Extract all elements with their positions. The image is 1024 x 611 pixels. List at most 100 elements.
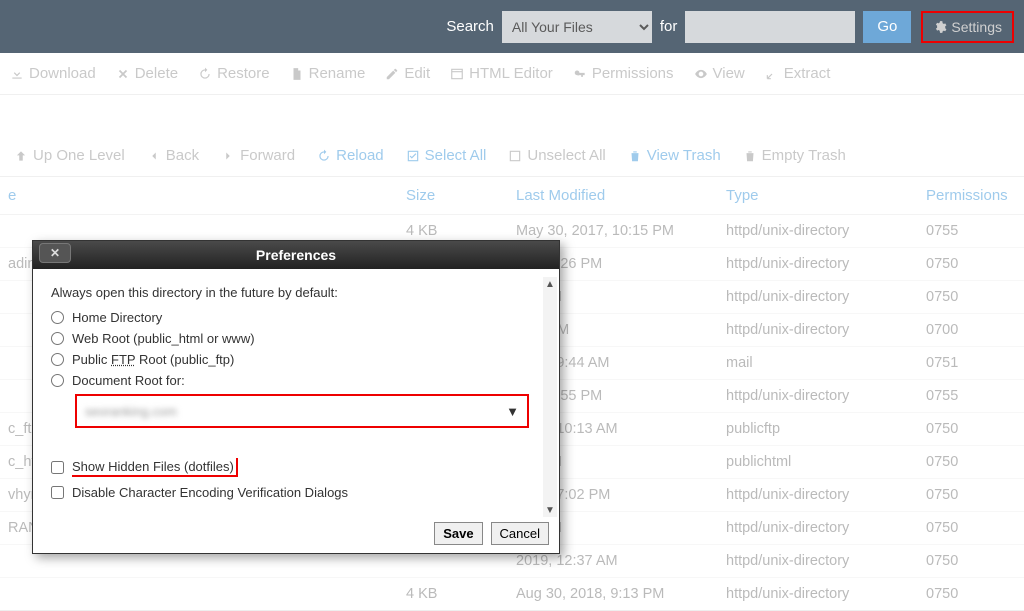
col-type[interactable]: Type [718, 177, 918, 215]
modal-scrollbar[interactable]: ▲ ▼ [543, 277, 557, 517]
domain-value: seoranking.com [85, 404, 177, 419]
cell-type: publichtml [718, 446, 918, 479]
view-button[interactable]: View [694, 65, 745, 82]
cell-type: httpd/unix-directory [718, 512, 918, 545]
select-all-button[interactable]: Select All [406, 147, 487, 164]
cancel-button[interactable]: Cancel [491, 522, 549, 545]
modal-header: ✕ Preferences [33, 241, 559, 269]
download-button[interactable]: Download [10, 65, 96, 82]
cell-perm: 0700 [918, 314, 1024, 347]
scroll-up-arrow-icon[interactable]: ▲ [543, 277, 557, 291]
table-row[interactable]: 4 KBAug 30, 2018, 9:13 PMhttpd/unix-dire… [0, 578, 1024, 611]
delete-button[interactable]: Delete [116, 65, 178, 82]
cell-perm: 0755 [918, 215, 1024, 248]
modal-body: Always open this directory in the future… [33, 269, 559, 516]
settings-button[interactable]: Settings [921, 11, 1014, 43]
eye-icon [694, 67, 708, 81]
col-name[interactable]: e [0, 177, 398, 215]
save-button[interactable]: Save [434, 522, 482, 545]
opt-home-directory[interactable]: Home Directory [51, 310, 541, 325]
radio-home[interactable] [51, 311, 64, 324]
chk-disable-encoding-dialogs[interactable]: Disable Character Encoding Verification … [51, 485, 541, 500]
view-trash-button[interactable]: View Trash [628, 147, 721, 164]
cell-type: httpd/unix-directory [718, 545, 918, 578]
unselect-all-button[interactable]: Unselect All [508, 147, 605, 164]
document-root-domain-select[interactable]: seoranking.com ▼ [75, 394, 529, 428]
scroll-down-arrow-icon[interactable]: ▼ [543, 503, 557, 517]
opt-public-ftp[interactable]: Public FTP Root (public_ftp) [51, 352, 541, 367]
radio-docroot[interactable] [51, 374, 64, 387]
cell-perm: 0750 [918, 281, 1024, 314]
check-square-icon [406, 149, 420, 163]
empty-square-icon [508, 149, 522, 163]
back-arrow-icon [147, 149, 161, 163]
opt-document-root[interactable]: Document Root for: [51, 373, 541, 388]
modal-footer: Save Cancel [33, 516, 559, 553]
up-one-level-button[interactable]: Up One Level [14, 147, 125, 164]
preferences-headline: Always open this directory in the future… [51, 285, 541, 300]
cell-type: httpd/unix-directory [718, 479, 918, 512]
cell-type: httpd/unix-directory [718, 215, 918, 248]
search-label: Search [446, 18, 494, 35]
cell-modified: Aug 30, 2018, 9:13 PM [508, 578, 718, 611]
nav-toolbar: Up One Level Back Forward Reload Select … [0, 135, 1024, 177]
edit-button[interactable]: Edit [385, 65, 430, 82]
empty-trash-button[interactable]: Empty Trash [743, 147, 846, 164]
radio-webroot[interactable] [51, 332, 64, 345]
radio-ftp[interactable] [51, 353, 64, 366]
cell-type: httpd/unix-directory [718, 314, 918, 347]
col-modified[interactable]: Last Modified [508, 177, 718, 215]
back-button[interactable]: Back [147, 147, 199, 164]
html-editor-button[interactable]: HTML Editor [450, 65, 553, 82]
cell-type: mail [718, 347, 918, 380]
cell-type: httpd/unix-directory [718, 380, 918, 413]
modal-title: Preferences [256, 247, 336, 263]
restore-icon [198, 67, 212, 81]
cell-type: httpd/unix-directory [718, 578, 918, 611]
forward-button[interactable]: Forward [221, 147, 295, 164]
preferences-modal: ✕ Preferences Always open this directory… [32, 240, 560, 554]
cell-perm: 0750 [918, 413, 1024, 446]
col-permissions[interactable]: Permissions [918, 177, 1024, 215]
extract-button[interactable]: Extract [765, 65, 831, 82]
search-scope-select[interactable]: All Your Files [502, 11, 652, 43]
cell-type: httpd/unix-directory [718, 248, 918, 281]
cell-perm: 0750 [918, 446, 1024, 479]
checkbox-show-hidden[interactable] [51, 461, 64, 474]
html-editor-icon [450, 67, 464, 81]
checkbox-disable-encoding[interactable] [51, 486, 64, 499]
cell-size: 4 KB [398, 578, 508, 611]
reload-button[interactable]: Reload [317, 147, 384, 164]
opt-web-root[interactable]: Web Root (public_html or www) [51, 331, 541, 346]
search-input[interactable] [685, 11, 855, 43]
cell-type: publicftp [718, 413, 918, 446]
top-search-bar: Search All Your Files for Go Settings [0, 0, 1024, 53]
restore-button[interactable]: Restore [198, 65, 270, 82]
modal-close-button[interactable]: ✕ [39, 243, 71, 263]
cell-perm: 0750 [918, 479, 1024, 512]
cell-perm: 0750 [918, 578, 1024, 611]
file-icon [290, 67, 304, 81]
forward-arrow-icon [221, 149, 235, 163]
for-label: for [660, 18, 678, 35]
col-size[interactable]: Size [398, 177, 508, 215]
up-arrow-icon [14, 149, 28, 163]
cell-type: httpd/unix-directory [718, 281, 918, 314]
chevron-down-icon: ▼ [506, 404, 519, 419]
reload-icon [317, 149, 331, 163]
pencil-icon [385, 67, 399, 81]
trash-icon [743, 149, 757, 163]
settings-label: Settings [951, 19, 1002, 35]
rename-button[interactable]: Rename [290, 65, 366, 82]
permissions-button[interactable]: Permissions [573, 65, 674, 82]
chk-show-hidden-files[interactable]: Show Hidden Files (dotfiles) [51, 458, 541, 477]
x-icon [116, 67, 130, 81]
download-icon [10, 67, 24, 81]
cell-name [0, 578, 398, 611]
extract-icon [765, 67, 779, 81]
cell-perm: 0750 [918, 512, 1024, 545]
go-button[interactable]: Go [863, 11, 911, 43]
gear-icon [933, 20, 947, 34]
cell-perm: 0755 [918, 380, 1024, 413]
cell-perm: 0750 [918, 248, 1024, 281]
